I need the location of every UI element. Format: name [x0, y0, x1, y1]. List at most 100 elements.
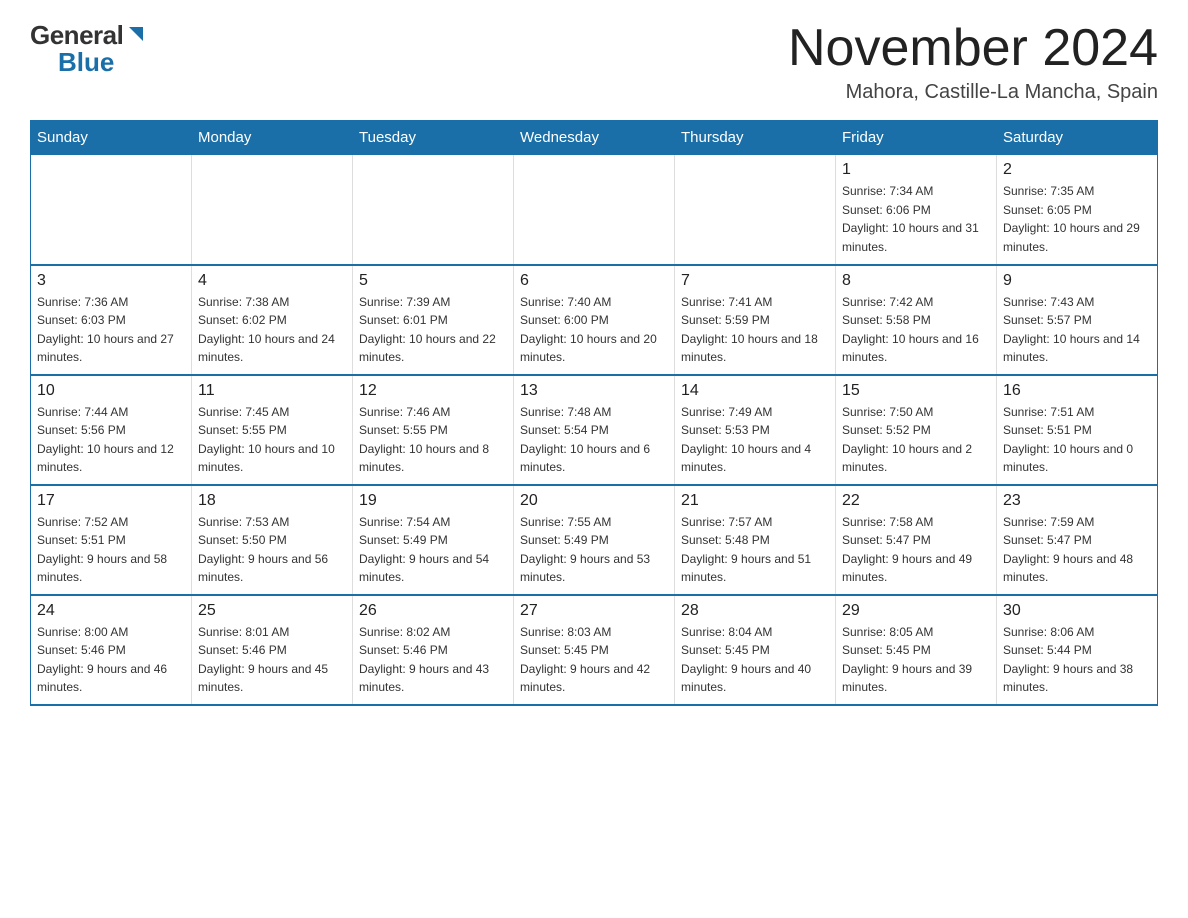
day-number: 15 — [842, 382, 990, 400]
day-info: Sunrise: 8:06 AM Sunset: 5:44 PM Dayligh… — [1003, 623, 1151, 697]
month-title: November 2024 — [788, 20, 1158, 77]
calendar-cell: 11 Sunrise: 7:45 AM Sunset: 5:55 PM Dayli… — [192, 375, 353, 485]
day-info: Sunrise: 7:40 AM Sunset: 6:00 PM Dayligh… — [520, 293, 668, 367]
logo-triangle-icon — [125, 25, 143, 48]
week-row-3: 10 Sunrise: 7:44 AM Sunset: 5:56 PM Dayli… — [31, 375, 1158, 485]
weekday-header-thursday: Thursday — [675, 121, 836, 155]
calendar-cell: 18 Sunrise: 7:53 AM Sunset: 5:50 PM Dayli… — [192, 485, 353, 595]
day-info: Sunrise: 7:50 AM Sunset: 5:52 PM Dayligh… — [842, 403, 990, 477]
day-number: 29 — [842, 602, 990, 620]
calendar-cell: 9 Sunrise: 7:43 AM Sunset: 5:57 PM Daylig… — [997, 265, 1158, 375]
calendar-cell — [675, 155, 836, 265]
calendar-cell: 30 Sunrise: 8:06 AM Sunset: 5:44 PM Dayli… — [997, 595, 1158, 705]
day-number: 16 — [1003, 382, 1151, 400]
logo-blue-text: Blue — [58, 47, 114, 77]
day-info: Sunrise: 7:51 AM Sunset: 5:51 PM Dayligh… — [1003, 403, 1151, 477]
calendar-cell: 15 Sunrise: 7:50 AM Sunset: 5:52 PM Dayli… — [836, 375, 997, 485]
calendar-cell: 24Sunrise: 8:00 AM Sunset: 5:46 PM Dayli… — [31, 595, 192, 705]
calendar-cell: 4Sunrise: 7:38 AM Sunset: 6:02 PM Daylig… — [192, 265, 353, 375]
calendar-cell: 22 Sunrise: 7:58 AM Sunset: 5:47 PM Dayli… — [836, 485, 997, 595]
weekday-header-friday: Friday — [836, 121, 997, 155]
day-number: 27 — [520, 602, 668, 620]
calendar-cell: 19 Sunrise: 7:54 AM Sunset: 5:49 PM Dayli… — [353, 485, 514, 595]
day-info: Sunrise: 7:44 AM Sunset: 5:56 PM Dayligh… — [37, 403, 185, 477]
location-text: Mahora, Castille-La Mancha, Spain — [788, 81, 1158, 104]
calendar-cell: 3Sunrise: 7:36 AM Sunset: 6:03 PM Daylig… — [31, 265, 192, 375]
week-row-4: 17 Sunrise: 7:52 AM Sunset: 5:51 PM Dayli… — [31, 485, 1158, 595]
calendar-cell: 14Sunrise: 7:49 AM Sunset: 5:53 PM Dayli… — [675, 375, 836, 485]
day-info: Sunrise: 7:43 AM Sunset: 5:57 PM Dayligh… — [1003, 293, 1151, 367]
day-number: 13 — [520, 382, 668, 400]
day-number: 22 — [842, 492, 990, 510]
day-number: 19 — [359, 492, 507, 510]
day-info: Sunrise: 7:36 AM Sunset: 6:03 PM Dayligh… — [37, 293, 185, 367]
day-number: 10 — [37, 382, 185, 400]
day-number: 9 — [1003, 272, 1151, 290]
calendar-cell: 29 Sunrise: 8:05 AM Sunset: 5:45 PM Dayli… — [836, 595, 997, 705]
weekday-header-tuesday: Tuesday — [353, 121, 514, 155]
calendar-cell: 20Sunrise: 7:55 AM Sunset: 5:49 PM Dayli… — [514, 485, 675, 595]
day-info: Sunrise: 7:34 AM Sunset: 6:06 PM Dayligh… — [842, 182, 990, 256]
day-number: 6 — [520, 272, 668, 290]
calendar-table: SundayMondayTuesdayWednesdayThursdayFrid… — [30, 120, 1158, 706]
calendar-cell: 21Sunrise: 7:57 AM Sunset: 5:48 PM Dayli… — [675, 485, 836, 595]
day-info: Sunrise: 8:01 AM Sunset: 5:46 PM Dayligh… — [198, 623, 346, 697]
day-number: 14 — [681, 382, 829, 400]
day-info: Sunrise: 8:04 AM Sunset: 5:45 PM Dayligh… — [681, 623, 829, 697]
calendar-cell: 26 Sunrise: 8:02 AM Sunset: 5:46 PM Dayli… — [353, 595, 514, 705]
day-info: Sunrise: 8:05 AM Sunset: 5:45 PM Dayligh… — [842, 623, 990, 697]
day-number: 8 — [842, 272, 990, 290]
week-row-1: 1 Sunrise: 7:34 AM Sunset: 6:06 PM Daylig… — [31, 155, 1158, 265]
day-info: Sunrise: 8:03 AM Sunset: 5:45 PM Dayligh… — [520, 623, 668, 697]
calendar-cell: 17 Sunrise: 7:52 AM Sunset: 5:51 PM Dayli… — [31, 485, 192, 595]
day-number: 26 — [359, 602, 507, 620]
day-info: Sunrise: 7:53 AM Sunset: 5:50 PM Dayligh… — [198, 513, 346, 587]
calendar-cell: 5Sunrise: 7:39 AM Sunset: 6:01 PM Daylig… — [353, 265, 514, 375]
day-info: Sunrise: 7:41 AM Sunset: 5:59 PM Dayligh… — [681, 293, 829, 367]
day-info: Sunrise: 8:02 AM Sunset: 5:46 PM Dayligh… — [359, 623, 507, 697]
weekday-header-row: SundayMondayTuesdayWednesdayThursdayFrid… — [31, 121, 1158, 155]
calendar-cell: 25 Sunrise: 8:01 AM Sunset: 5:46 PM Dayli… — [192, 595, 353, 705]
calendar-cell: 1 Sunrise: 7:34 AM Sunset: 6:06 PM Daylig… — [836, 155, 997, 265]
day-number: 2 — [1003, 161, 1151, 179]
day-number: 23 — [1003, 492, 1151, 510]
day-number: 7 — [681, 272, 829, 290]
weekday-header-monday: Monday — [192, 121, 353, 155]
day-number: 18 — [198, 492, 346, 510]
day-info: Sunrise: 7:38 AM Sunset: 6:02 PM Dayligh… — [198, 293, 346, 367]
calendar-cell — [31, 155, 192, 265]
week-row-5: 24Sunrise: 8:00 AM Sunset: 5:46 PM Dayli… — [31, 595, 1158, 705]
calendar-cell — [353, 155, 514, 265]
day-info: Sunrise: 7:42 AM Sunset: 5:58 PM Dayligh… — [842, 293, 990, 367]
weekday-header-sunday: Sunday — [31, 121, 192, 155]
day-number: 11 — [198, 382, 346, 400]
calendar-cell — [514, 155, 675, 265]
calendar-cell — [192, 155, 353, 265]
calendar-cell: 27 Sunrise: 8:03 AM Sunset: 5:45 PM Dayli… — [514, 595, 675, 705]
day-info: Sunrise: 7:48 AM Sunset: 5:54 PM Dayligh… — [520, 403, 668, 477]
day-info: Sunrise: 7:57 AM Sunset: 5:48 PM Dayligh… — [681, 513, 829, 587]
calendar-cell: 23Sunrise: 7:59 AM Sunset: 5:47 PM Dayli… — [997, 485, 1158, 595]
day-info: Sunrise: 7:39 AM Sunset: 6:01 PM Dayligh… — [359, 293, 507, 367]
day-number: 30 — [1003, 602, 1151, 620]
day-info: Sunrise: 7:46 AM Sunset: 5:55 PM Dayligh… — [359, 403, 507, 477]
day-number: 1 — [842, 161, 990, 179]
calendar-cell: 28Sunrise: 8:04 AM Sunset: 5:45 PM Dayli… — [675, 595, 836, 705]
weekday-header-wednesday: Wednesday — [514, 121, 675, 155]
calendar-cell: 8 Sunrise: 7:42 AM Sunset: 5:58 PM Daylig… — [836, 265, 997, 375]
day-number: 17 — [37, 492, 185, 510]
day-info: Sunrise: 7:45 AM Sunset: 5:55 PM Dayligh… — [198, 403, 346, 477]
calendar-cell: 6 Sunrise: 7:40 AM Sunset: 6:00 PM Daylig… — [514, 265, 675, 375]
title-block: November 2024 Mahora, Castille-La Mancha… — [788, 20, 1158, 104]
day-info: Sunrise: 7:52 AM Sunset: 5:51 PM Dayligh… — [37, 513, 185, 587]
day-info: Sunrise: 7:58 AM Sunset: 5:47 PM Dayligh… — [842, 513, 990, 587]
calendar-cell: 2Sunrise: 7:35 AM Sunset: 6:05 PM Daylig… — [997, 155, 1158, 265]
calendar-cell: 7 Sunrise: 7:41 AM Sunset: 5:59 PM Daylig… — [675, 265, 836, 375]
calendar-cell: 13 Sunrise: 7:48 AM Sunset: 5:54 PM Dayli… — [514, 375, 675, 485]
day-info: Sunrise: 7:54 AM Sunset: 5:49 PM Dayligh… — [359, 513, 507, 587]
day-number: 24 — [37, 602, 185, 620]
calendar-cell: 16 Sunrise: 7:51 AM Sunset: 5:51 PM Dayli… — [997, 375, 1158, 485]
day-number: 25 — [198, 602, 346, 620]
day-number: 12 — [359, 382, 507, 400]
page-header: General Blue November 2024 Mahora, Casti… — [30, 20, 1158, 104]
